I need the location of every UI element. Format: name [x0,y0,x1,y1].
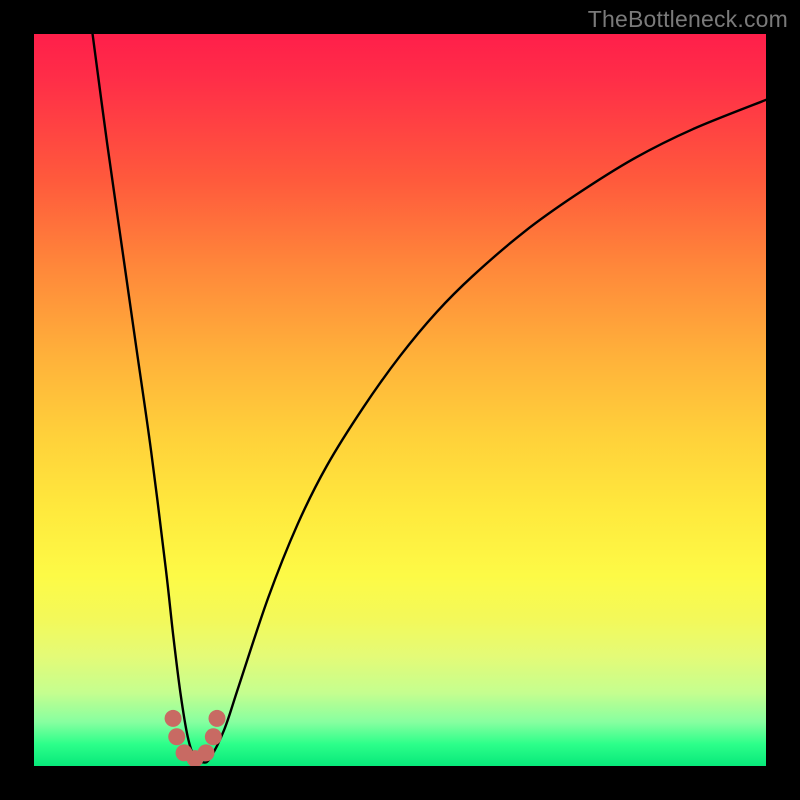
trough-marker [198,744,215,761]
trough-marker [168,728,185,745]
bottleneck-curve [93,34,766,763]
trough-marker [165,710,182,727]
plot-area [34,34,766,766]
curve-layer [34,34,766,766]
trough-marker [209,710,226,727]
watermark-text: TheBottleneck.com [588,6,788,33]
chart-frame: TheBottleneck.com [0,0,800,800]
trough-marker [205,728,222,745]
